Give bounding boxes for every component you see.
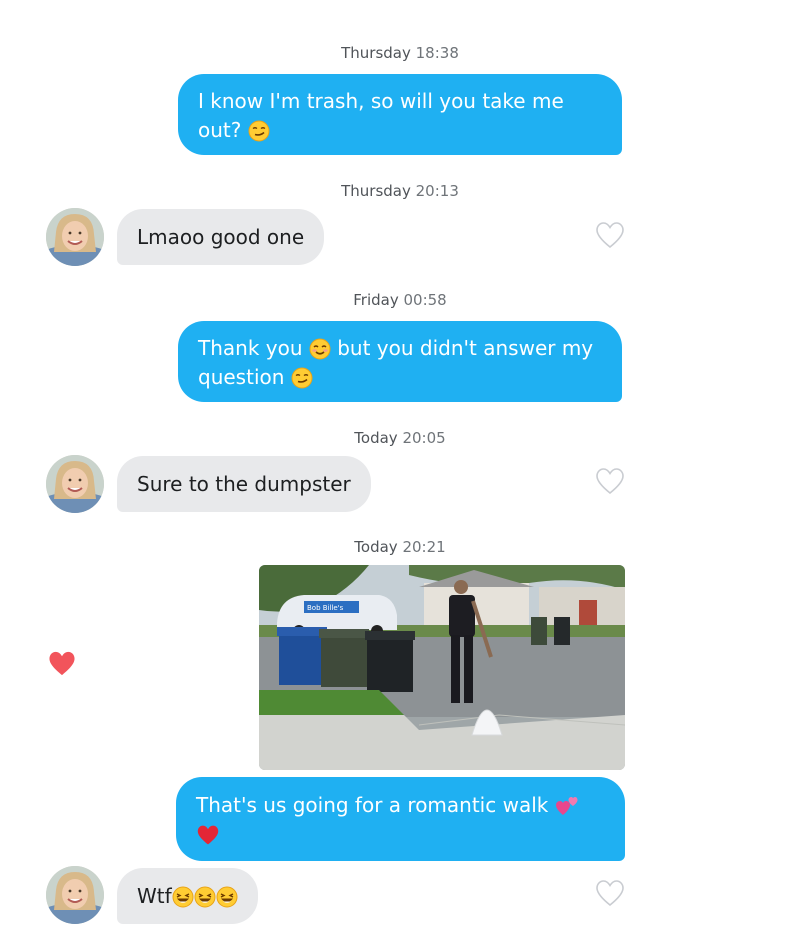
timestamp-day: Thursday [341, 44, 411, 62]
timestamp: Today 20:21 [0, 538, 800, 556]
timestamp: Today 20:05 [0, 429, 800, 447]
heart-filled-icon[interactable] [47, 650, 77, 677]
timestamp-day: Friday [353, 291, 399, 309]
laughing-emoji-icon [171, 886, 194, 908]
timestamp: Thursday 18:38 [0, 44, 800, 62]
incoming-message-bubble[interactable]: Lmaoo good one [117, 209, 325, 265]
outgoing-message-bubble[interactable]: That's us going for a romantic walk [176, 777, 625, 861]
two-hearts-icon [555, 797, 578, 815]
timestamp-time: 20:05 [402, 429, 446, 447]
heart-outline-icon[interactable] [595, 221, 625, 249]
timestamp: Friday 00:58 [0, 291, 800, 309]
blush-emoji-icon [309, 338, 331, 360]
avatar[interactable] [46, 866, 104, 924]
timestamp: Thursday 20:13 [0, 182, 800, 200]
avatar[interactable] [46, 208, 104, 266]
van-logo-text: Bob Bille's [307, 604, 344, 612]
message-text: That's us going for a romantic walk [196, 793, 549, 817]
incoming-message-bubble[interactable]: Wtf [117, 868, 258, 924]
message-text: Wtf [137, 884, 172, 908]
timestamp-time: 18:38 [415, 44, 459, 62]
message-text: Sure to the dumpster [137, 472, 351, 496]
laughing-emoji-icon [215, 886, 238, 908]
message-text: Lmaoo good one [137, 225, 305, 249]
timestamp-time: 20:21 [402, 538, 446, 556]
timestamp-day: Today [354, 538, 398, 556]
incoming-message-bubble[interactable]: Sure to the dumpster [117, 456, 371, 512]
message-text-part1: Thank you [198, 336, 303, 360]
timestamp-time: 20:13 [415, 182, 459, 200]
outgoing-message-bubble[interactable]: I know I'm trash, so will you take me ou… [178, 74, 622, 155]
smirk-emoji-icon [247, 120, 270, 142]
smirk-emoji-icon [290, 367, 313, 389]
outgoing-message-bubble[interactable]: Thank you but you didn't answer my quest… [178, 321, 622, 402]
timestamp-time: 00:58 [403, 291, 447, 309]
avatar-image [46, 866, 104, 924]
laughing-emoji-icon [193, 886, 216, 908]
photo-scene: Bob Bille's [259, 565, 625, 770]
avatar[interactable] [46, 455, 104, 513]
timestamp-day: Today [354, 429, 398, 447]
heart-outline-icon[interactable] [595, 879, 625, 907]
heart-outline-icon[interactable] [595, 467, 625, 495]
timestamp-day: Thursday [341, 182, 411, 200]
avatar-image [46, 208, 104, 266]
avatar-image [46, 455, 104, 513]
red-heart-icon [197, 825, 219, 845]
shared-photo[interactable]: Bob Bille's [259, 565, 625, 770]
